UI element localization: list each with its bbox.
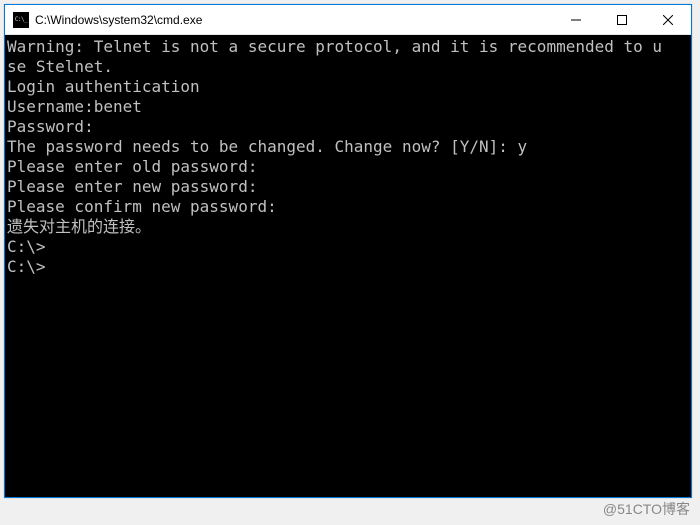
terminal-line: 遗失对主机的连接。 (7, 217, 689, 237)
terminal-line: C:\> (7, 257, 689, 277)
terminal-output[interactable]: Warning: Telnet is not a secure protocol… (5, 35, 691, 497)
window-controls (553, 5, 691, 34)
terminal-line: Please enter old password: (7, 157, 689, 177)
maximize-button[interactable] (599, 5, 645, 34)
terminal-line: se Stelnet. (7, 57, 689, 77)
titlebar: C:\Windows\system32\cmd.exe (5, 5, 691, 35)
close-icon (663, 15, 673, 25)
window-title: C:\Windows\system32\cmd.exe (35, 13, 553, 27)
cmd-window: C:\Windows\system32\cmd.exe Warning: Tel… (4, 4, 692, 498)
terminal-line: Warning: Telnet is not a secure protocol… (7, 37, 689, 57)
minimize-icon (571, 15, 581, 25)
watermark: @51CTO博客 (603, 499, 690, 519)
terminal-line: Please enter new password: (7, 177, 689, 197)
terminal-line: C:\> (7, 237, 689, 257)
terminal-line: Username:benet (7, 97, 689, 117)
terminal-line: The password needs to be changed. Change… (7, 137, 689, 157)
terminal-line: Login authentication (7, 77, 689, 97)
maximize-icon (617, 15, 627, 25)
terminal-line: Please confirm new password: (7, 197, 689, 217)
close-button[interactable] (645, 5, 691, 34)
cmd-icon (13, 12, 29, 28)
terminal-line: Password: (7, 117, 689, 137)
minimize-button[interactable] (553, 5, 599, 34)
